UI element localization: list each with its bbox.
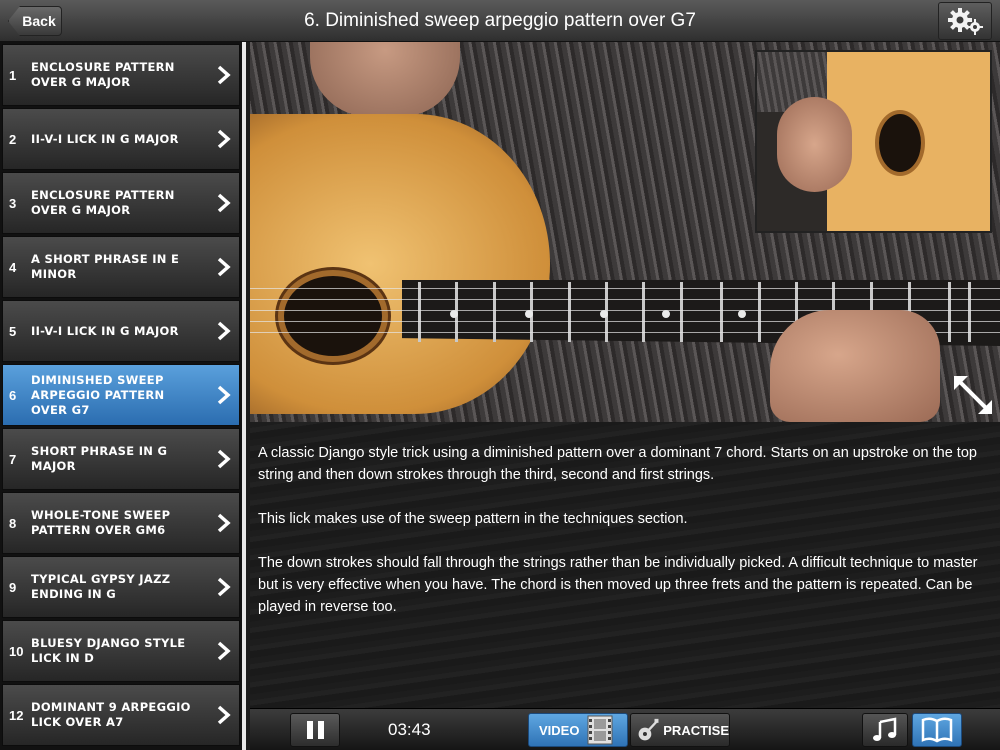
lesson-title: Diminished sweep arpeggio pattern over G… xyxy=(31,372,165,417)
lesson-number: 3 xyxy=(9,195,17,211)
music-note-icon xyxy=(873,717,897,741)
fret xyxy=(418,282,421,342)
pause-icon xyxy=(306,721,313,739)
video-mode-label: VIDEO xyxy=(539,722,580,738)
lesson-title: Dominant 9 arpeggio lick over A7 xyxy=(31,700,191,729)
lesson-title: Enclosure pattern over G major xyxy=(31,60,175,89)
chevron-right-icon xyxy=(209,428,239,490)
chevron-right-icon xyxy=(209,172,239,234)
lesson-number: 2 xyxy=(9,131,17,147)
description-paragraph: This lick makes use of the sweep pattern… xyxy=(258,511,688,527)
fret xyxy=(642,282,645,342)
chevron-right-icon xyxy=(209,556,239,618)
lesson-title: Typical gypsy jazz ending in G xyxy=(31,572,171,601)
lesson-item-1[interactable]: 1 Enclosure pattern over G major xyxy=(2,44,240,106)
fret-marker xyxy=(450,310,458,318)
description-paragraph: The down strokes should fall through the… xyxy=(258,555,978,615)
description-paragraph: A classic Django style trick using a dim… xyxy=(258,445,977,483)
string xyxy=(250,299,1000,300)
fret xyxy=(493,282,496,342)
video-mode-button[interactable]: VIDEO xyxy=(528,713,628,747)
video-frame-hand xyxy=(770,310,940,422)
lesson-item-8[interactable]: 8 Whole-tone sweep pattern over Gm6 xyxy=(2,492,240,554)
lesson-description: A classic Django style trick using a dim… xyxy=(250,422,1000,708)
lesson-number: 1 xyxy=(9,67,17,83)
film-icon xyxy=(587,715,613,745)
pause-icon xyxy=(317,721,324,739)
book-icon xyxy=(921,717,953,743)
top-bar: Back 6. Diminished sweep arpeggio patter… xyxy=(0,0,1000,42)
lesson-item-5[interactable]: 5 II-V-I lick in G major xyxy=(2,300,240,362)
lesson-title: A short phrase in E minor xyxy=(31,252,180,281)
lesson-item-3[interactable]: 3 Enclosure pattern over G major xyxy=(2,172,240,234)
gear-icon xyxy=(948,8,983,35)
fret-marker xyxy=(662,310,670,318)
practise-mode-button[interactable]: PRACTISE xyxy=(630,713,730,747)
player-controls: 03:43 VIDEO PRACTISE xyxy=(250,708,1000,750)
lesson-title: II-V-I lick in G major xyxy=(31,323,179,338)
lesson-item-9[interactable]: 9 Typical gypsy jazz ending in G xyxy=(2,556,240,618)
lesson-number: 8 xyxy=(9,515,17,531)
chevron-right-icon xyxy=(209,620,239,682)
guitar-icon xyxy=(638,718,659,741)
video-frame-soundhole xyxy=(278,270,388,362)
fret-marker xyxy=(525,310,533,318)
lesson-title: Enclosure pattern over G major xyxy=(31,188,175,217)
lesson-item-10[interactable]: 10 Bluesy Django style lick in D xyxy=(2,620,240,682)
chevron-right-icon xyxy=(209,300,239,362)
lesson-title: Whole-tone sweep pattern over Gm6 xyxy=(31,508,171,537)
lesson-item-2[interactable]: 2 II-V-I lick in G major xyxy=(2,108,240,170)
back-button[interactable]: Back xyxy=(8,6,62,36)
playback-time: 03:43 xyxy=(388,720,431,739)
string xyxy=(250,288,1000,289)
pip-soundhole xyxy=(875,110,925,176)
fret-marker xyxy=(738,310,746,318)
lesson-number: 12 xyxy=(9,707,24,723)
lesson-title: II-V-I lick in G major xyxy=(31,131,179,146)
settings-button[interactable] xyxy=(938,2,992,40)
video-player[interactable] xyxy=(250,42,1000,422)
fret xyxy=(720,282,723,342)
chevron-right-icon xyxy=(209,684,239,746)
lesson-number: 6 xyxy=(9,387,17,403)
pause-button[interactable] xyxy=(290,713,340,747)
video-frame-guitar-body xyxy=(250,114,550,414)
fret xyxy=(968,282,971,342)
lesson-list[interactable]: 1 Enclosure pattern over G major 2 II-V-… xyxy=(0,42,246,750)
chevron-right-icon xyxy=(209,44,239,106)
fret xyxy=(568,282,571,342)
lesson-item-4[interactable]: 4 A short phrase in E minor xyxy=(2,236,240,298)
fret-marker xyxy=(600,310,608,318)
lesson-item-6[interactable]: 6 Diminished sweep arpeggio pattern over… xyxy=(2,364,240,426)
lesson-number: 9 xyxy=(9,579,17,595)
chevron-right-icon xyxy=(209,364,239,426)
pip-picking-hand xyxy=(777,97,852,192)
practise-mode-label: PRACTISE xyxy=(663,722,729,738)
notation-button[interactable] xyxy=(862,713,908,747)
chevron-right-icon xyxy=(209,108,239,170)
lesson-number: 5 xyxy=(9,323,17,339)
lesson-number: 4 xyxy=(9,259,17,275)
fullscreen-button[interactable] xyxy=(950,372,996,418)
chevron-right-icon xyxy=(209,236,239,298)
lesson-title: Short phrase in G major xyxy=(31,444,168,473)
page-title: 6. Diminished sweep arpeggio pattern ove… xyxy=(304,10,696,31)
lesson-number: 7 xyxy=(9,451,17,467)
lesson-number: 10 xyxy=(9,643,24,659)
lesson-item-12[interactable]: 12 Dominant 9 arpeggio lick over A7 xyxy=(2,684,240,746)
fret xyxy=(758,282,761,342)
fret xyxy=(680,282,683,342)
expand-icon xyxy=(954,376,992,414)
lesson-title: Bluesy Django style lick in D xyxy=(31,636,186,665)
lesson-item-7[interactable]: 7 Short phrase in G major xyxy=(2,428,240,490)
book-button[interactable] xyxy=(912,713,962,747)
fret xyxy=(948,282,951,342)
picture-in-picture-view xyxy=(755,50,992,233)
chevron-right-icon xyxy=(209,492,239,554)
